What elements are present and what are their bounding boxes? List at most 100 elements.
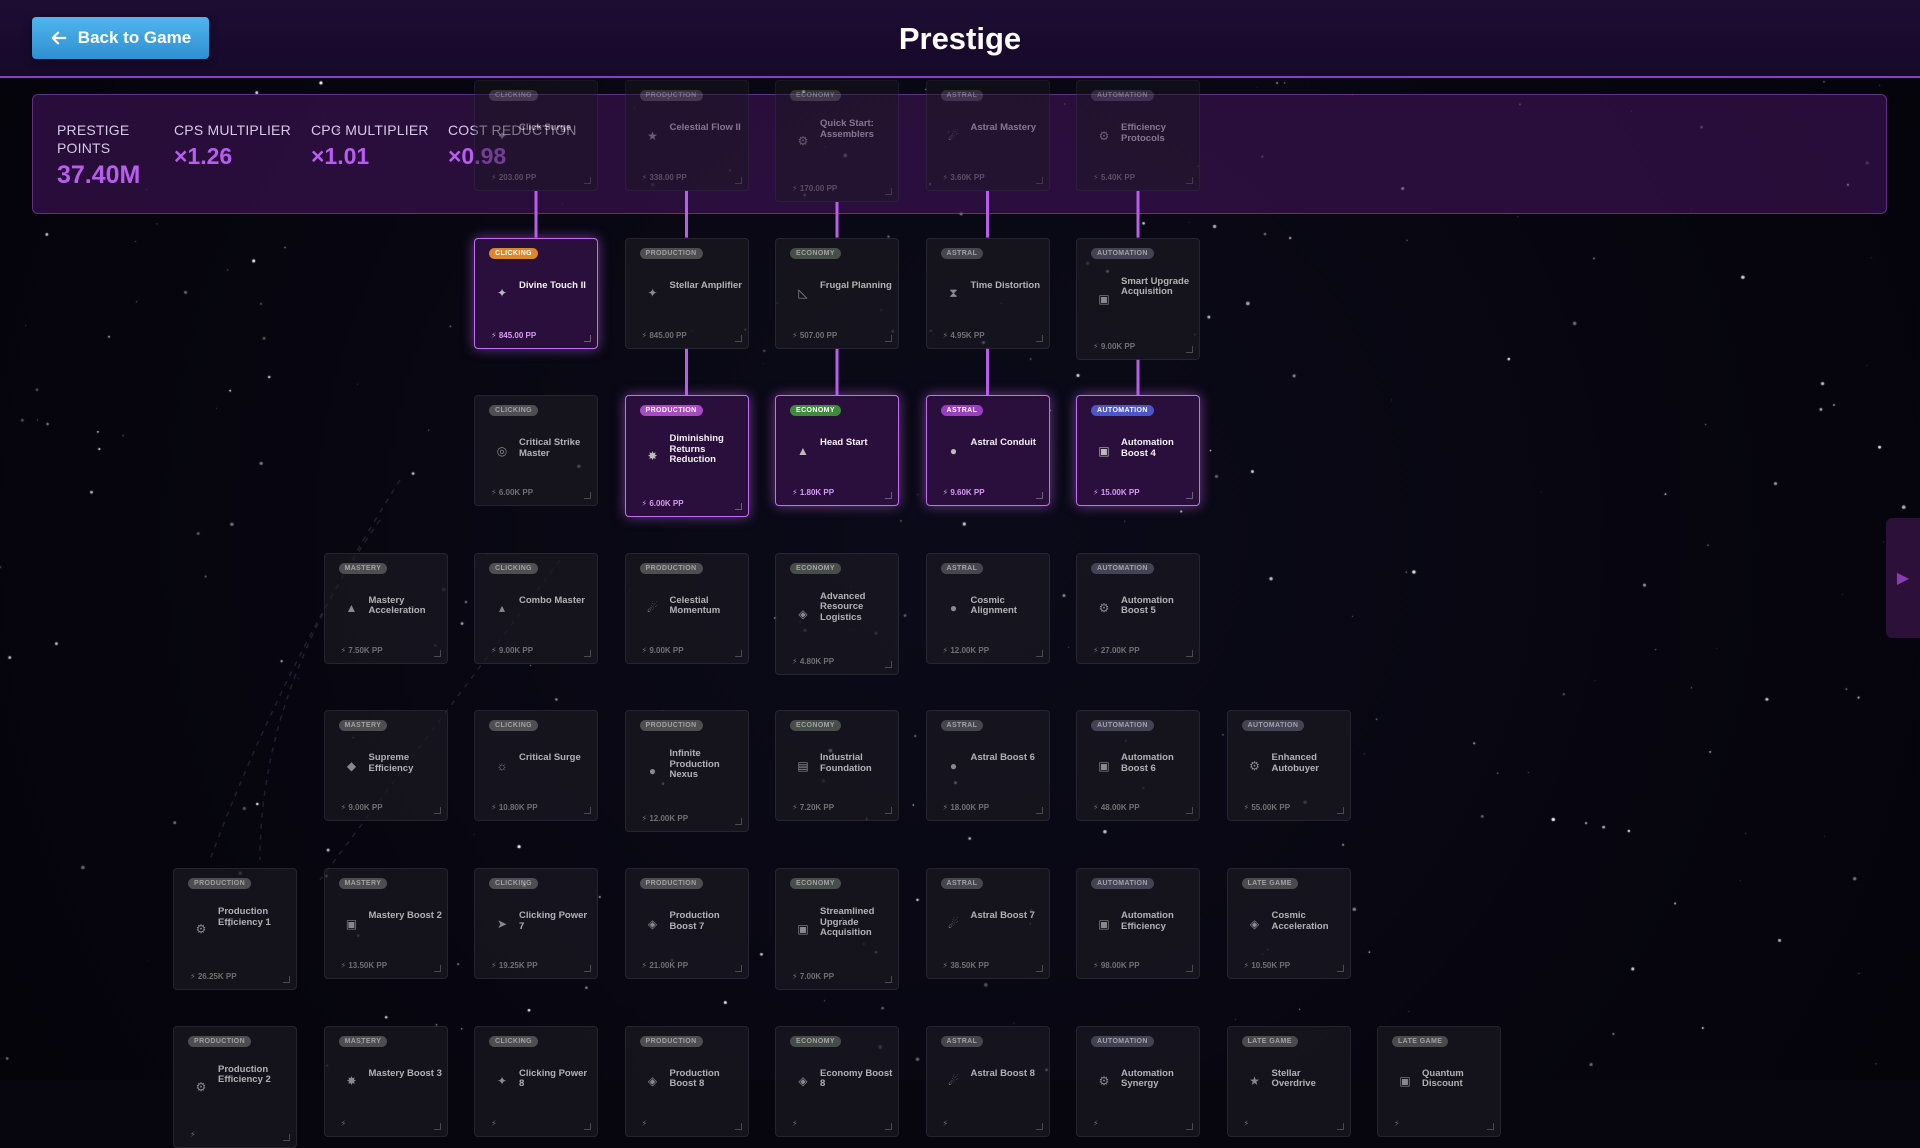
upgrade-node-astral-mastery[interactable]: ASTRAL ☄ Astral Mastery ⚡ 3.60K PP xyxy=(925,80,1050,191)
lightning-icon: ⚡ xyxy=(792,488,798,498)
gear-icon: ⚙ xyxy=(1098,128,1110,143)
category-badge: AUTOMATION xyxy=(1091,405,1154,417)
upgrade-node-enhanced-autobuyer[interactable]: AUTOMATION ⚙ Enhanced Autobuyer ⚡ 55.00K PP xyxy=(1226,710,1351,822)
upgrade-node-automation-efficiency[interactable]: AUTOMATION ▣ Automation Efficiency ⚡ 98.00K… xyxy=(1076,868,1200,979)
upgrade-node-production-boost-7[interactable]: PRODUCTION ◈ Production Boost 7 ⚡ 21.00K PP xyxy=(624,868,749,979)
upgrade-cost: ⚡ 21.00K PP xyxy=(642,961,689,970)
upgrade-node-production-efficiency-1[interactable]: PRODUCTION ⚙ Production Efficiency 1 ⚡ 26.2… xyxy=(173,868,297,990)
upgrade-node-celestial-flow-ii[interactable]: PRODUCTION ★ Celestial Flow II ⚡ 338.00 PP xyxy=(624,80,749,191)
upgrade-node-automation-boost-6[interactable]: AUTOMATION ▣ Automation Boost 6 ⚡ 48.00K PP xyxy=(1076,710,1200,822)
upgrade-cost: ⚡ 170.00 PP xyxy=(792,184,837,193)
upgrade-node-automation-synergy[interactable]: AUTOMATION ⚙ Automation Synergy ⚡ xyxy=(1076,1025,1200,1137)
cost-value: 98.00K PP xyxy=(1100,961,1140,970)
upgrade-name: Production Efficiency 1 xyxy=(218,906,271,928)
upgrade-cost: ⚡ 27.00K PP xyxy=(1093,646,1140,655)
upgrade-node-advanced-resource-logistics[interactable]: ECONOMY ◈ Advanced Resource Logistics ⚡ 4.8… xyxy=(775,552,899,675)
category-badge: PRODUCTION xyxy=(639,720,703,732)
upgrade-node-streamlined-upgrade-acquisition[interactable]: ECONOMY ▣ Streamlined Upgrade Acquisition ⚡… xyxy=(775,868,899,990)
corner-decoration xyxy=(1035,807,1043,815)
star-icon: ★ xyxy=(647,128,658,143)
category-badge: ECONOMY xyxy=(790,247,841,259)
upgrade-node-industrial-foundation[interactable]: ECONOMY ▤ Industrial Foundation ⚡ 7.20K PP xyxy=(775,710,899,822)
upgrade-cost: ⚡ 5.40K PP xyxy=(1093,173,1135,182)
upgrade-node-frugal-planning[interactable]: ECONOMY ◺ Frugal Planning ⚡ 507.00 PP xyxy=(775,237,899,349)
upgrade-node-mastery-acceleration[interactable]: MASTERY ▲ Mastery Acceleration ⚡ 7.50K PP xyxy=(323,552,448,664)
upgrade-cost: ⚡ xyxy=(642,1119,648,1128)
upgrade-node-infinite-production-nexus[interactable]: PRODUCTION ● Infinite Production Nexus ⚡ 12… xyxy=(624,710,749,833)
side-panel-toggle[interactable]: ▶ xyxy=(1886,518,1920,638)
lightning-icon: ⚡ xyxy=(1093,961,1099,970)
upgrade-name: Infinite Production Nexus xyxy=(669,748,720,781)
corner-decoration xyxy=(734,1122,742,1130)
upgrade-node-automation-boost-4[interactable]: AUTOMATION ▣ Automation Boost 4 ⚡ 15.00K PP xyxy=(1076,395,1200,507)
upgrade-node-combo-master[interactable]: CLICKING ▴ Combo Master ⚡ 9.00K PP xyxy=(474,552,598,664)
corner-decoration xyxy=(1186,177,1193,184)
upgrade-node-click-surge[interactable]: CLICKING ✦ Click Surge ⚡ 203.00 PP xyxy=(474,80,598,191)
rocket-icon: ▲ xyxy=(797,443,809,458)
category-badge: CLICKING xyxy=(489,90,539,101)
upgrade-node-clicking-power-8[interactable]: CLICKING ✦ Clicking Power 8 ⚡ xyxy=(474,1025,598,1137)
corner-decoration xyxy=(584,177,591,184)
category-badge: PRODUCTION xyxy=(188,878,252,889)
upgrade-name: Quantum Discount xyxy=(1422,1067,1464,1090)
upgrade-node-astral-boost-6[interactable]: ASTRAL ● Astral Boost 6 ⚡ 18.00K PP xyxy=(925,710,1050,822)
gear-icon: ⚙ xyxy=(1249,758,1260,773)
cost-value: 338.00 PP xyxy=(649,173,687,182)
upgrade-cost: ⚡ 55.00K PP xyxy=(1244,803,1291,812)
burst-icon: ✸ xyxy=(647,449,658,464)
upgrade-node-time-distortion[interactable]: ASTRAL ⧗ Time Distortion ⚡ 4.95K PP xyxy=(925,237,1050,349)
upgrade-node-stellar-overdrive[interactable]: LATE GAME ★ Stellar Overdrive ⚡ xyxy=(1226,1025,1351,1137)
upgrade-name: Critical Surge xyxy=(519,752,581,764)
cost-value: 9.60K PP xyxy=(950,488,985,498)
upgrade-node-astral-boost-8[interactable]: ASTRAL ☄ Astral Boost 8 ⚡ xyxy=(925,1025,1050,1137)
upgrade-node-mastery-boost-3[interactable]: MASTERY ✸ Mastery Boost 3 ⚡ xyxy=(323,1025,448,1137)
upgrade-node-critical-strike-master[interactable]: CLICKING ◎ Critical Strike Master ⚡ 6.00K P… xyxy=(474,395,598,507)
upgrade-name: Production Boost 7 xyxy=(669,910,720,932)
upgrade-node-economy-boost-8[interactable]: ECONOMY ◈ Economy Boost 8 ⚡ xyxy=(775,1025,899,1137)
upgrade-cost: ⚡ 10.80K PP xyxy=(491,803,538,812)
upgrade-node-efficiency-protocols[interactable]: AUTOMATION ⚙ Efficiency Protocols ⚡ 5.40K P… xyxy=(1076,80,1200,191)
upgrade-node-supreme-efficiency[interactable]: MASTERY ◆ Supreme Efficiency ⚡ 9.00K PP xyxy=(323,710,448,822)
upgrade-node-production-boost-8[interactable]: PRODUCTION ◈ Production Boost 8 ⚡ xyxy=(624,1025,749,1137)
upgrade-cost: ⚡ 6.00K PP xyxy=(642,499,684,508)
corner-decoration xyxy=(584,807,591,815)
upgrade-cost: ⚡ 19.25K PP xyxy=(491,961,538,970)
cost-value: 5.40K PP xyxy=(1100,173,1136,182)
upgrade-node-cosmic-alignment[interactable]: ASTRAL ● Cosmic Alignment ⚡ 12.00K PP xyxy=(925,552,1050,664)
triangle-icon: ▴ xyxy=(498,601,506,616)
upgrade-name: Automation Efficiency xyxy=(1121,910,1174,932)
upgrade-name: Quick Start: Assemblers xyxy=(820,118,874,140)
upgrade-node-cosmic-acceleration[interactable]: LATE GAME ◈ Cosmic Acceleration ⚡ 10.50K PP xyxy=(1226,868,1351,979)
upgrade-node-clicking-power-7[interactable]: CLICKING ➤ Clicking Power 7 ⚡ 19.25K PP xyxy=(474,868,598,979)
gear-icon: ⚙ xyxy=(195,922,207,936)
sparkle-icon: ✦ xyxy=(647,286,658,301)
upgrade-name: Smart Upgrade Acquisition xyxy=(1121,275,1190,298)
upgrade-name: Cosmic Acceleration xyxy=(1271,910,1329,932)
upgrade-cost: ⚡ 338.00 PP xyxy=(642,173,687,182)
lightning-icon: ⚡ xyxy=(491,173,497,182)
upgrade-node-astral-boost-7[interactable]: ASTRAL ☄ Astral Boost 7 ⚡ 38.50K PP xyxy=(925,868,1050,979)
upgrade-node-quantum-discount[interactable]: LATE GAME ▣ Quantum Discount ⚡ xyxy=(1377,1025,1501,1137)
category-badge: ASTRAL xyxy=(940,878,984,889)
corner-decoration xyxy=(1035,649,1043,657)
lightning-icon: ⚡ xyxy=(491,330,497,340)
upgrade-node-head-start[interactable]: ECONOMY ▲ Head Start ⚡ 1.80K PP xyxy=(775,395,899,507)
cost-value: 4.95K PP xyxy=(950,330,985,340)
lightning-icon: ⚡ xyxy=(491,803,497,813)
upgrade-node-mastery-boost-2[interactable]: MASTERY ▣ Mastery Boost 2 ⚡ 13.50K PP xyxy=(323,868,448,979)
cost-value: 27.00K PP xyxy=(1100,645,1140,655)
upgrade-node-divine-touch-ii[interactable]: CLICKING ✦ Divine Touch II ⚡ 845.00 PP xyxy=(474,237,598,349)
upgrade-node-diminishing-returns-reduction[interactable]: PRODUCTION ✸ Diminishing Returns Reduction… xyxy=(624,395,749,518)
upgrade-name: Production Boost 8 xyxy=(669,1067,720,1090)
upgrade-name: Divine Touch II xyxy=(519,279,586,291)
upgrade-node-critical-surge[interactable]: CLICKING ☼ Critical Surge ⚡ 10.80K PP xyxy=(474,710,598,822)
upgrade-node-stellar-amplifier[interactable]: PRODUCTION ✦ Stellar Amplifier ⚡ 845.00 PP xyxy=(624,237,749,349)
category-badge: AUTOMATION xyxy=(1091,90,1154,101)
upgrade-node-production-efficiency-2[interactable]: PRODUCTION ⚙ Production Efficiency 2 ⚡ xyxy=(173,1025,297,1148)
corner-decoration xyxy=(433,807,441,815)
upgrade-node-quick-start-assemblers[interactable]: ECONOMY ⚙ Quick Start: Assemblers ⚡ 170.00 … xyxy=(775,80,899,202)
upgrade-node-automation-boost-5[interactable]: AUTOMATION ⚙ Automation Boost 5 ⚡ 27.00K PP xyxy=(1076,552,1200,664)
upgrade-node-astral-conduit[interactable]: ASTRAL ● Astral Conduit ⚡ 9.60K PP xyxy=(925,395,1050,507)
upgrade-node-celestial-momentum[interactable]: PRODUCTION ☄ Celestial Momentum ⚡ 9.00K PP xyxy=(624,552,749,664)
upgrade-node-smart-upgrade-acquisition[interactable]: AUTOMATION ▣ Smart Upgrade Acquisition ⚡ 9.… xyxy=(1076,237,1200,360)
